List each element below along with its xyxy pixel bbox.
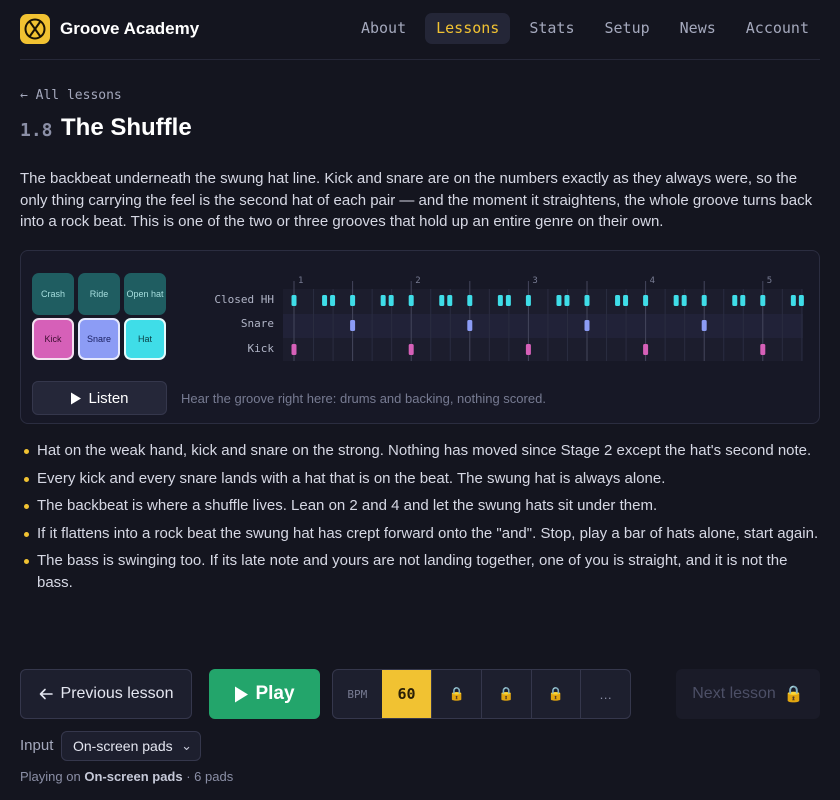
nav-setup[interactable]: Setup <box>594 13 661 44</box>
beat-number: 3 <box>532 276 537 286</box>
kick-note <box>408 344 414 355</box>
chevron-down-icon: ⌄ <box>181 738 192 753</box>
hat-note <box>447 295 453 306</box>
tips-list: Hat on the weak hand, kick and snare on … <box>20 440 820 599</box>
row-label-kick: Kick <box>248 342 275 355</box>
next-lesson-button: Next lesson 🔒 <box>676 669 820 719</box>
listen-label: Listen <box>88 389 129 407</box>
listen-hint: Hear the groove right here: drums and ba… <box>181 391 546 406</box>
bullet-icon <box>24 559 29 564</box>
grid-row-band <box>283 314 803 338</box>
beat-number: 5 <box>767 276 772 286</box>
list-item: Hat on the weak hand, kick and snare on … <box>20 440 820 462</box>
play-icon <box>235 686 249 702</box>
beat-number: 4 <box>650 276 655 286</box>
hat-note <box>701 295 707 306</box>
nav-stats[interactable]: Stats <box>518 13 585 44</box>
hat-note <box>505 295 511 306</box>
groove-panel: Crash Ride Open hat Kick Snare Hat 12345… <box>20 250 820 424</box>
bullet-icon <box>24 531 29 537</box>
header-divider <box>20 59 820 60</box>
snare-note <box>467 320 473 331</box>
snare-note <box>701 320 707 331</box>
snare-note <box>350 320 356 331</box>
hat-note <box>584 295 590 306</box>
bpm-option-selected[interactable]: 60 <box>381 670 432 718</box>
hat-note <box>623 295 629 306</box>
hat-note <box>564 295 570 306</box>
hat-note <box>760 295 766 306</box>
beat-number: 2 <box>415 276 420 286</box>
hat-note <box>439 295 445 306</box>
list-item: The bass is swinging too. If its late no… <box>20 550 820 593</box>
bpm-more-button[interactable]: … <box>580 670 630 718</box>
hat-note <box>330 295 336 306</box>
kick-note <box>525 344 531 355</box>
app-name[interactable]: Groove Academy <box>60 19 199 39</box>
groove-grid: 1 2 3 4 5 Closed HH Snare Kick <box>214 276 804 361</box>
hat-note <box>556 295 562 306</box>
hat-note <box>467 295 473 306</box>
bpm-option-locked[interactable]: 🔒 <box>431 670 481 718</box>
row-label-hh: Closed HH <box>214 293 274 306</box>
kick-note <box>760 344 766 355</box>
all-lessons-link[interactable]: ← All lessons <box>20 88 122 103</box>
input-select[interactable]: On-screen pads ⌄ <box>61 731 201 761</box>
top-bar: Groove Academy About Lessons Stats Setup… <box>0 0 840 60</box>
hat-note <box>615 295 621 306</box>
app-logo[interactable] <box>20 14 50 44</box>
hat-note <box>673 295 679 306</box>
bpm-label: BPM <box>347 687 368 701</box>
list-item: Every kick and every snare lands with a … <box>20 468 820 490</box>
list-item: The backbeat is where a shuffle lives. L… <box>20 495 820 517</box>
beat-number: 1 <box>298 276 303 286</box>
hat-note <box>643 295 649 306</box>
lock-icon: 🔒 <box>498 686 515 701</box>
nav-lessons[interactable]: Lessons <box>425 13 511 44</box>
hat-note <box>408 295 414 306</box>
arrow-left-icon <box>39 688 53 700</box>
lock-icon: 🔒 <box>448 686 465 701</box>
previous-lesson-button[interactable]: Previous lesson <box>20 669 192 719</box>
hat-note <box>497 295 503 306</box>
hat-note <box>732 295 738 306</box>
play-icon <box>71 392 82 404</box>
hat-note <box>388 295 394 306</box>
play-button[interactable]: Play <box>209 669 320 719</box>
lesson-intro: The backbeat underneath the swung hat li… <box>20 170 813 230</box>
kick-note <box>643 344 649 355</box>
bpm-option-locked[interactable]: 🔒 <box>530 670 581 718</box>
lock-icon: 🔒 <box>547 686 565 701</box>
snare-note <box>584 320 590 331</box>
nav-about[interactable]: About <box>350 13 417 44</box>
main-nav: About Lessons Stats Setup News Account <box>350 13 820 44</box>
hat-note <box>740 295 746 306</box>
bullet-icon <box>24 476 29 482</box>
hat-note <box>681 295 687 306</box>
bullet-icon <box>24 449 29 454</box>
list-item: If it flattens into a rock beat the swun… <box>20 523 820 545</box>
input-label: Input <box>20 737 54 754</box>
lesson-title: The Shuffle <box>61 114 192 141</box>
row-label-snare: Snare <box>241 317 274 330</box>
hat-note <box>790 295 796 306</box>
hat-note <box>798 295 804 306</box>
bpm-option-locked[interactable]: 🔒 <box>481 670 531 718</box>
nav-account[interactable]: Account <box>735 13 820 44</box>
hat-note <box>525 295 531 306</box>
lesson-number: 1.8 <box>20 120 53 141</box>
input-status: Playing on On-screen pads · 6 pads <box>20 769 234 784</box>
listen-button[interactable]: Listen <box>32 381 167 415</box>
hat-note <box>291 295 297 306</box>
drum-sticks-icon <box>24 18 46 40</box>
bpm-selector: BPM 60 🔒 🔒 🔒 … <box>332 669 631 719</box>
bullet-icon <box>24 504 29 509</box>
hat-note <box>350 295 356 306</box>
nav-news[interactable]: News <box>669 13 727 44</box>
hat-note <box>380 295 386 306</box>
hat-note <box>322 295 328 306</box>
lock-icon: 🔒 <box>783 686 804 703</box>
kick-note <box>291 344 297 355</box>
